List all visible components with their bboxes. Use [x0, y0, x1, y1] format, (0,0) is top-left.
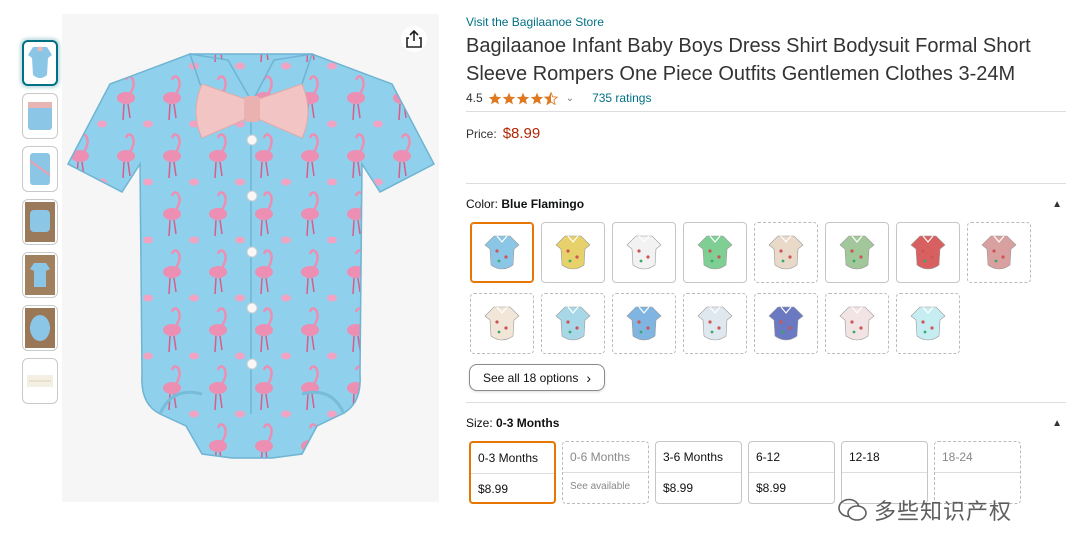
star-icon [516, 92, 529, 104]
store-link[interactable]: Visit the Bagilaanoe Store [466, 14, 1066, 30]
color-swatch-1[interactable] [470, 222, 534, 283]
color-swatch-7[interactable] [896, 222, 960, 283]
bodysuit-thumbnail [697, 306, 733, 340]
rating-row: 4.5 ⌄ 735 ratings [466, 89, 1066, 107]
bodysuit-thumbnail [768, 235, 804, 269]
color-swatch-8[interactable] [967, 222, 1031, 283]
size-option-price: $8.99 [663, 481, 694, 495]
price-row: Price: $8.99 [466, 125, 1066, 183]
color-swatch-2[interactable] [541, 222, 605, 283]
bodysuit-thumbnail [910, 306, 946, 340]
size-option-3[interactable]: 3-6 Months $8.99 [655, 441, 742, 504]
size-option-name: 18-24 [935, 442, 1020, 473]
chevron-down-icon[interactable]: ⌄ [566, 93, 574, 104]
size-option-4[interactable]: 6-12 $8.99 [748, 441, 835, 504]
share-icon[interactable] [401, 26, 427, 52]
price-value: $8.99 [502, 125, 541, 142]
chevron-right-icon: › [586, 369, 592, 386]
bodysuit-thumbnail [626, 306, 662, 340]
product-info: Visit the Bagilaanoe Store Bagilaanoe In… [466, 14, 1066, 504]
size-option-name: 12-18 [842, 442, 927, 473]
price-label: Price: [466, 127, 497, 141]
thumbnail-6[interactable] [22, 305, 58, 351]
size-option-name: 3-6 Months [656, 442, 741, 473]
thumbnail-7[interactable] [22, 358, 58, 404]
color-swatch-13[interactable] [754, 293, 818, 354]
color-selected: Blue Flamingo [501, 197, 585, 211]
size-option-price: $8.99 [478, 482, 509, 496]
color-swatch-12[interactable] [683, 293, 747, 354]
size-option-price [842, 473, 927, 481]
bodysuit-thumbnail [839, 235, 875, 269]
color-label: Color: [466, 197, 499, 211]
color-swatch-3[interactable] [612, 222, 676, 283]
star-half-icon [543, 91, 558, 105]
size-option-name: 6-12 [749, 442, 834, 473]
bodysuit-thumbnail [768, 306, 804, 340]
color-swatch-9[interactable] [470, 293, 534, 354]
thumbnail-1[interactable] [22, 40, 58, 86]
color-section-header[interactable]: Color: Blue Flamingo ▲ [466, 192, 1066, 216]
color-swatch-14[interactable] [825, 293, 889, 354]
watermark-text: 多些知识产权 [874, 499, 1013, 524]
size-section-header[interactable]: Size: 0-3 Months ▲ [466, 411, 1066, 435]
size-option-1[interactable]: 0-3 Months $8.99 [469, 441, 556, 504]
size-option-name: 0-3 Months [471, 443, 554, 474]
star-icon [488, 92, 501, 104]
chevron-up-icon[interactable]: ▲ [1052, 418, 1062, 429]
chevron-up-icon[interactable]: ▲ [1052, 199, 1062, 210]
size-option-price [935, 473, 1020, 481]
star-rating[interactable] [488, 91, 558, 105]
star-icon [530, 92, 543, 104]
star-icon [502, 92, 515, 104]
bodysuit-thumbnail [839, 306, 875, 340]
bodysuit-thumbnail [626, 235, 662, 269]
see-all-options-button[interactable]: See all 18 options › [469, 364, 605, 391]
size-option-price: See available [570, 481, 631, 492]
bodysuit-illustration [66, 53, 436, 459]
color-swatch-grid [470, 222, 1066, 354]
rating-number: 4.5 [466, 91, 483, 105]
color-swatch-15[interactable] [896, 293, 960, 354]
size-option-name: 0-6 Months [563, 442, 648, 473]
bodysuit-thumbnail [697, 235, 733, 269]
color-swatch-11[interactable] [612, 293, 676, 354]
color-swatch-4[interactable] [683, 222, 747, 283]
bodysuit-thumbnail [981, 235, 1017, 269]
ratings-count-link[interactable]: 735 ratings [592, 91, 651, 105]
bodysuit-thumbnail [484, 306, 520, 340]
wechat-icon [838, 498, 867, 521]
product-title: Bagilaanoe Infant Baby Boys Dress Shirt … [466, 35, 1031, 85]
bodysuit-thumbnail [555, 306, 591, 340]
bodysuit-thumbnail [555, 235, 591, 269]
divider [466, 111, 1066, 112]
see-all-label: See all 18 options [482, 370, 579, 385]
color-swatch-10[interactable] [541, 293, 605, 354]
thumbnail-3[interactable] [22, 146, 58, 192]
main-product-image[interactable] [62, 14, 439, 502]
thumbnail-5[interactable] [22, 252, 58, 298]
size-option-price: $8.99 [756, 481, 787, 495]
color-swatch-6[interactable] [825, 222, 889, 283]
divider [466, 402, 1066, 403]
watermark: 多些知识产权 [838, 494, 1012, 526]
color-swatch-5[interactable] [754, 222, 818, 283]
thumbnail-4[interactable] [22, 199, 58, 245]
bodysuit-thumbnail [484, 235, 520, 269]
size-selected: 0-3 Months [496, 416, 560, 430]
divider [466, 183, 1066, 184]
bodysuit-thumbnail [910, 235, 946, 269]
size-option-2[interactable]: 0-6 Months See available [562, 441, 649, 504]
thumbnail-2[interactable] [22, 93, 58, 139]
size-label: Size: [466, 416, 493, 430]
thumbnail-strip [22, 40, 60, 411]
